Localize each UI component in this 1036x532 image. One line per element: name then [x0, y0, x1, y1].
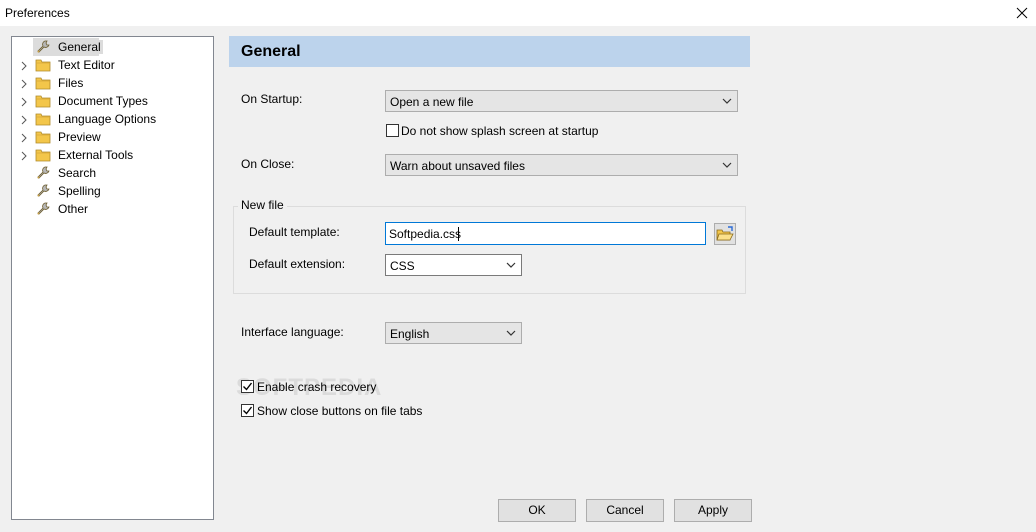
chevron-down-icon	[506, 330, 516, 336]
tree-item-general[interactable]: General	[12, 38, 212, 56]
interface-language-label: Interface language:	[241, 325, 344, 339]
browse-button[interactable]	[714, 223, 736, 245]
wrench-icon	[35, 39, 51, 55]
category-tree: General Text Editor Files Document Types Lan…	[11, 36, 214, 520]
wrench-icon	[35, 183, 51, 199]
apply-button[interactable]: Apply	[674, 499, 752, 522]
tree-item-language-options[interactable]: Language Options	[12, 110, 212, 128]
tree-item-preview[interactable]: Preview	[12, 128, 212, 146]
text-caret	[458, 227, 459, 241]
expand-arrow-icon[interactable]	[19, 132, 29, 143]
wrench-icon	[35, 201, 51, 217]
chevron-down-icon	[722, 162, 732, 168]
tree-item-spelling[interactable]: Spelling	[12, 182, 212, 200]
tree-item-external-tools[interactable]: External Tools	[12, 146, 212, 164]
on-startup-label: On Startup:	[241, 92, 303, 106]
default-extension-value: CSS	[390, 259, 415, 273]
tree-item-label: Other	[58, 202, 89, 216]
interface-language-value: English	[390, 327, 430, 341]
wrench-icon	[35, 165, 51, 181]
cancel-button[interactable]: Cancel	[586, 499, 664, 522]
ok-button[interactable]: OK	[498, 499, 576, 522]
default-template-input[interactable]: Softpedia.css	[385, 222, 706, 245]
default-extension-label: Default extension:	[249, 257, 346, 271]
checkmark-icon	[243, 406, 253, 415]
panel-title: General	[241, 43, 301, 60]
new-file-group-title: New file	[238, 198, 287, 212]
expand-arrow-icon[interactable]	[19, 96, 29, 107]
chevron-down-icon	[506, 262, 516, 268]
checkmark-icon	[243, 382, 253, 391]
close-buttons-checkbox[interactable]	[241, 404, 254, 417]
chevron-down-icon	[722, 98, 732, 104]
default-template-value: Softpedia.css	[389, 227, 462, 241]
splash-checkbox[interactable]	[386, 124, 399, 137]
close-buttons-label: Show close buttons on file tabs	[257, 404, 423, 418]
folder-icon	[35, 147, 51, 163]
folder-icon	[35, 93, 51, 109]
expand-arrow-icon[interactable]	[19, 150, 29, 161]
folder-icon	[35, 111, 51, 127]
tree-item-label: Document Types	[58, 94, 148, 108]
tree-item-label: Language Options	[58, 112, 157, 126]
default-extension-dropdown[interactable]: CSS	[385, 254, 522, 276]
crash-recovery-checkbox[interactable]	[241, 380, 254, 393]
title-bar: Preferences	[0, 0, 1036, 26]
folder-icon	[35, 75, 51, 91]
expand-arrow-icon[interactable]	[19, 78, 29, 89]
tree-item-text-editor[interactable]: Text Editor	[12, 56, 212, 74]
on-close-dropdown[interactable]: Warn about unsaved files	[385, 154, 738, 176]
tree-item-label: External Tools	[58, 148, 134, 162]
splash-label: Do not show splash screen at startup	[401, 124, 599, 138]
tree-item-label: Text Editor	[58, 58, 115, 72]
close-icon[interactable]	[1012, 3, 1032, 23]
crash-recovery-label: Enable crash recovery	[257, 380, 377, 394]
tree-item-label: Preview	[58, 130, 101, 144]
panel-header: General	[229, 36, 750, 67]
on-startup-dropdown[interactable]: Open a new file	[385, 90, 738, 112]
tree-item-label: Spelling	[58, 184, 101, 198]
open-folder-icon	[716, 226, 734, 241]
expand-arrow-icon[interactable]	[19, 114, 29, 125]
tree-item-document-types[interactable]: Document Types	[12, 92, 212, 110]
new-file-group	[233, 206, 746, 294]
folder-icon	[35, 129, 51, 145]
on-startup-value: Open a new file	[390, 95, 474, 109]
tree-item-label: Files	[58, 76, 84, 90]
on-close-label: On Close:	[241, 157, 295, 171]
tree-item-files[interactable]: Files	[12, 74, 212, 92]
window-title: Preferences	[5, 6, 70, 20]
on-close-value: Warn about unsaved files	[390, 159, 525, 173]
default-template-label: Default template:	[249, 225, 340, 239]
tree-item-label: General	[56, 40, 103, 54]
tree-item-label: Search	[58, 166, 97, 180]
tree-item-other[interactable]: Other	[12, 200, 212, 218]
expand-arrow-icon[interactable]	[19, 60, 29, 71]
tree-item-search[interactable]: Search	[12, 164, 212, 182]
folder-icon	[35, 57, 51, 73]
interface-language-dropdown[interactable]: English	[385, 322, 522, 344]
